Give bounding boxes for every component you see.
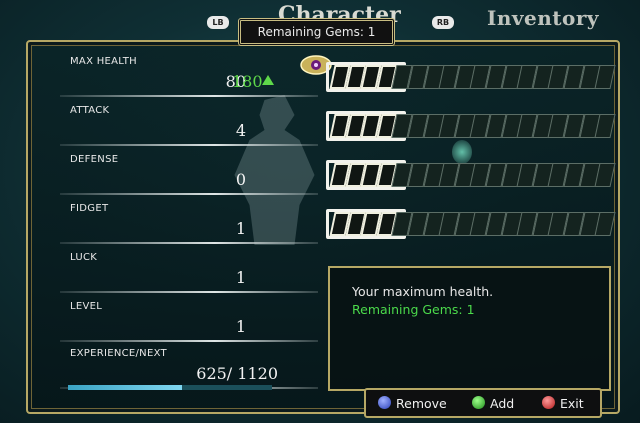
stat-label: DEFENSE — [70, 154, 119, 165]
b-button-icon — [542, 396, 555, 409]
stat-row-fidget[interactable]: FIDGET 1 — [60, 199, 318, 244]
stat-label: LEVEL — [70, 301, 103, 312]
tab-inventory[interactable]: Inventory — [487, 6, 599, 30]
x-button-icon — [378, 396, 391, 409]
stat-row-defense[interactable]: DEFENSE 0 — [60, 150, 318, 195]
gauge-attack[interactable] — [326, 111, 616, 141]
experience-bar — [68, 385, 272, 390]
stat-value: 80 — [225, 72, 246, 91]
stat-row-level: LEVEL 1 — [60, 297, 318, 342]
stat-value: 1 — [235, 317, 246, 336]
stat-row-max-health[interactable]: MAX HEALTH 80 180 — [60, 52, 318, 97]
rb-button-icon[interactable]: RB — [432, 16, 454, 29]
add-button[interactable]: Add — [472, 396, 515, 411]
stat-label: MAX HEALTH — [70, 56, 137, 67]
stat-value: 1 — [235, 219, 246, 238]
controls-bar: Remove Add Exit — [364, 388, 602, 418]
stat-row-attack[interactable]: ATTACK 4 — [60, 101, 318, 146]
description-remaining-gems: Remaining Gems: 1 — [352, 302, 475, 317]
stat-row-experience: EXPERIENCE/NEXT 625/ 1120 — [60, 344, 318, 389]
add-label: Add — [490, 396, 515, 411]
gauge-max-health[interactable] — [326, 62, 616, 92]
stat-value: 4 — [235, 121, 246, 140]
description-text: Your maximum health. — [352, 284, 494, 299]
stat-label: FIDGET — [70, 203, 109, 214]
stat-value: 625/ 1120 — [196, 364, 278, 383]
stat-label: LUCK — [70, 252, 98, 263]
experience-bar-fill — [68, 385, 182, 390]
gauge-fidget[interactable] — [326, 209, 616, 239]
remaining-gems-badge: Remaining Gems: 1 — [238, 18, 395, 46]
a-button-icon — [472, 396, 485, 409]
stat-next-value: 180 — [232, 72, 263, 91]
lb-button-icon[interactable]: LB — [207, 16, 229, 29]
stat-value: 1 — [235, 268, 246, 287]
description-box: Your maximum health. Remaining Gems: 1 — [328, 266, 611, 391]
stat-label: ATTACK — [70, 105, 110, 116]
gauge-defense[interactable] — [326, 160, 616, 190]
exit-button[interactable]: Exit — [542, 396, 584, 411]
exit-label: Exit — [560, 396, 584, 411]
remove-button[interactable]: Remove — [378, 396, 447, 411]
stat-value: 0 — [235, 170, 246, 189]
stat-label: EXPERIENCE/NEXT — [70, 348, 167, 359]
remove-label: Remove — [396, 396, 447, 411]
arrow-up-icon — [262, 75, 274, 85]
stat-row-luck: LUCK 1 — [60, 248, 318, 293]
